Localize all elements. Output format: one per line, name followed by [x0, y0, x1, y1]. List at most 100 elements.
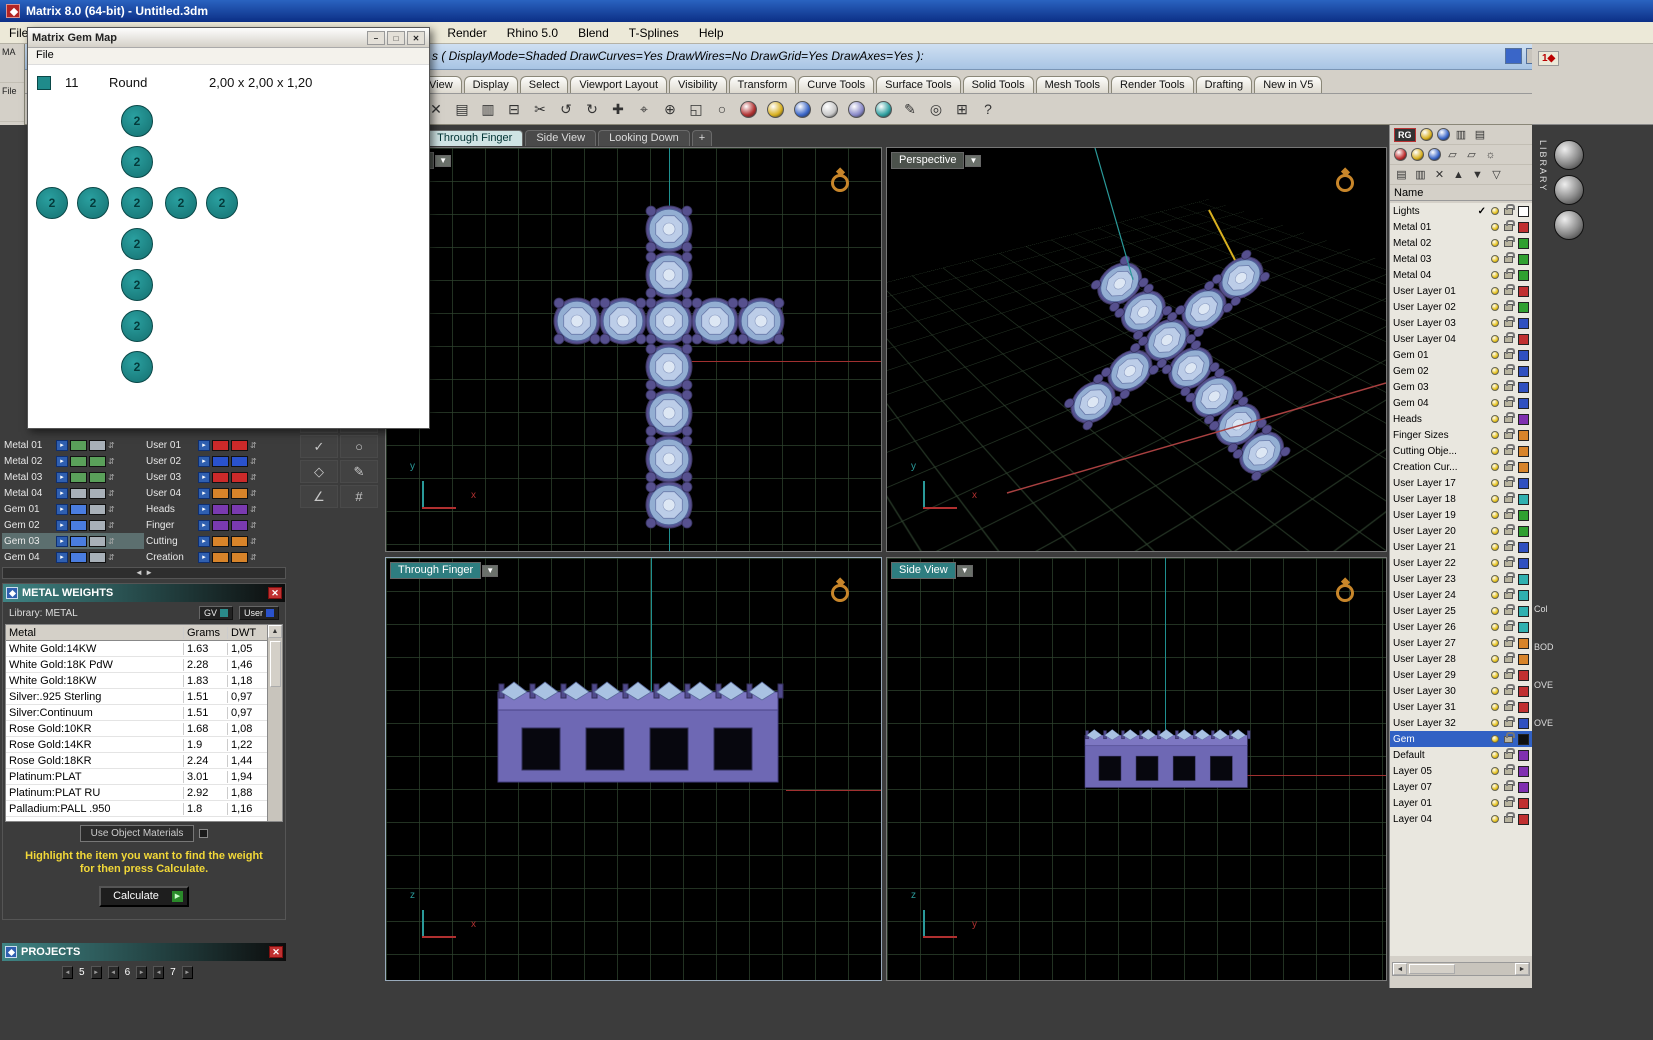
layer-lock-icon[interactable]	[1504, 443, 1515, 455]
xray-mode-icon[interactable]	[875, 100, 892, 118]
layer-cell-creation[interactable]: Creation ▸ ⇵	[144, 549, 286, 565]
layer-cell-gem-02[interactable]: Gem 02 ▸ ⇵	[2, 517, 144, 533]
metal-row-rose-gold-14kr[interactable]: Rose Gold:14KR 1.9 1,22	[6, 737, 267, 753]
layer-visibility-bulb-icon[interactable]	[1491, 431, 1499, 439]
layer-cell-cutting[interactable]: Cutting ▸ ⇵	[144, 533, 286, 549]
layer-visibility-bulb-icon[interactable]	[1491, 655, 1499, 663]
layer-color-swatch[interactable]	[70, 455, 87, 467]
layer-cell-user-03[interactable]: User 03 ▸ ⇵	[144, 469, 286, 485]
layer-expand-button[interactable]: ▸	[56, 503, 68, 515]
tab-solid-tools[interactable]: Solid Tools	[962, 76, 1034, 93]
use-object-materials-button[interactable]: Use Object Materials	[79, 824, 195, 842]
save-icon[interactable]: ⊟	[502, 97, 526, 121]
layer-visibility-bulb-icon[interactable]	[1491, 415, 1499, 423]
layer-color-swatch[interactable]	[212, 455, 229, 467]
layer-cell-user-01[interactable]: User 01 ▸ ⇵	[144, 437, 286, 453]
layer-row-metal-01[interactable]: Metal 01	[1390, 219, 1532, 235]
layer-lock-icon[interactable]	[1504, 699, 1515, 711]
layer-cell-metal-04[interactable]: Metal 04 ▸ ⇵	[2, 485, 144, 501]
gem-map-cell[interactable]: 2	[121, 228, 153, 260]
layer-cell-gem-03[interactable]: Gem 03 ▸ ⇵	[2, 533, 144, 549]
layer-color-swatch[interactable]	[1518, 669, 1529, 681]
layer-color-swatch[interactable]	[212, 487, 229, 499]
layer-visibility-bulb-icon[interactable]	[1491, 383, 1499, 391]
dock-divider[interactable]: ◄ ►	[2, 567, 286, 579]
layer-visibility-bulb-icon[interactable]	[1491, 287, 1499, 295]
gem-map-cell[interactable]: 2	[121, 105, 153, 137]
layer-row-gem-03[interactable]: Gem 03	[1390, 379, 1532, 395]
pen-icon[interactable]: ✎	[898, 97, 922, 121]
open-file-icon[interactable]: ▥	[476, 97, 500, 121]
gv-button[interactable]: GV	[198, 606, 233, 620]
gem-map-cell[interactable]: 2	[77, 187, 109, 219]
tab-render-tools[interactable]: Render Tools	[1111, 76, 1194, 93]
layer-color-swatch[interactable]	[1518, 557, 1529, 569]
layer-visibility-bulb-icon[interactable]	[1491, 495, 1499, 503]
layer-cell-metal-02[interactable]: Metal 02 ▸ ⇵	[2, 453, 144, 469]
layer-spinner-icon[interactable]: ⇵	[108, 553, 115, 562]
layer-color-swatch[interactable]	[1518, 525, 1529, 537]
layer-visibility-bulb-icon[interactable]	[1491, 447, 1499, 455]
layer-lock-icon[interactable]	[1504, 731, 1515, 743]
layer-color-swatch[interactable]	[1518, 749, 1529, 761]
layer-lock-icon[interactable]	[1504, 763, 1515, 775]
layer-cell-finger[interactable]: Finger ▸ ⇵	[144, 517, 286, 533]
panel-tab-layers[interactable]: ▥	[1454, 128, 1469, 141]
layer-visibility-bulb-icon[interactable]	[1491, 815, 1499, 823]
render-yellow-ball-icon[interactable]	[1411, 148, 1424, 161]
layer-row-user-layer-01[interactable]: User Layer 01	[1390, 283, 1532, 299]
metal-row-silver-continuum[interactable]: Silver:Continuum 1.51 0,97	[6, 705, 267, 721]
delete-layer-icon[interactable]: ✕	[1432, 168, 1447, 181]
layer-color-swatch[interactable]	[1518, 429, 1529, 441]
close-metal-weights-icon[interactable]: ✕	[268, 587, 282, 599]
metal-row-white-gold-18k-pdw[interactable]: White Gold:18K PdW 2.28 1,46	[6, 657, 267, 673]
panel-tab-properties[interactable]: ▤	[1473, 128, 1488, 141]
layer-spinner-icon[interactable]: ⇵	[108, 537, 115, 546]
menu-item-help[interactable]: Help	[689, 26, 734, 40]
tab-curve-tools[interactable]: Curve Tools	[798, 76, 875, 93]
layer-row-user-layer-18[interactable]: User Layer 18	[1390, 491, 1532, 507]
layer-color-swatch[interactable]	[1518, 413, 1529, 425]
tab-new-in-v5[interactable]: New in V5	[1254, 76, 1323, 93]
close-button[interactable]: ✕	[407, 30, 425, 45]
layer-name-column-header[interactable]: Name	[1390, 185, 1532, 201]
viewport-tab-through-finger[interactable]: Through Finger	[426, 130, 524, 146]
layer-expand-button[interactable]: ▸	[198, 439, 210, 451]
layer-lock-icon[interactable]	[1504, 715, 1515, 727]
viewport-label-side-view[interactable]: Side View ▼	[891, 562, 973, 579]
layer-row-user-layer-24[interactable]: User Layer 24	[1390, 587, 1532, 603]
gumball-icon[interactable]: ◎	[924, 97, 948, 121]
render-red-ball-icon[interactable]	[1394, 148, 1407, 161]
layer-color-swatch[interactable]	[1518, 797, 1529, 809]
metal-row-silver-925-sterling[interactable]: Silver:.925 Sterling 1.51 0,97	[6, 689, 267, 705]
filter-layers-icon[interactable]: ▽	[1489, 168, 1504, 181]
layer-lock-icon[interactable]	[1504, 395, 1515, 407]
layer-color-swatch[interactable]	[231, 551, 248, 563]
layer-visibility-bulb-icon[interactable]	[1491, 559, 1499, 567]
layer-visibility-bulb-icon[interactable]	[1491, 719, 1499, 727]
layer-row-user-layer-28[interactable]: User Layer 28	[1390, 651, 1532, 667]
layer-spinner-icon[interactable]: ⇵	[250, 505, 257, 514]
render-blue-ball-icon[interactable]	[1428, 148, 1441, 161]
layer-color-swatch[interactable]	[1518, 445, 1529, 457]
material-sphere-2[interactable]	[1554, 175, 1584, 205]
layer-row-gem[interactable]: Gem	[1390, 731, 1532, 747]
layer-visibility-bulb-icon[interactable]	[1491, 575, 1499, 583]
layer-spinner-icon[interactable]: ⇵	[250, 473, 257, 482]
tab-viewport-layout[interactable]: Viewport Layout	[570, 76, 667, 93]
use-materials-checkbox[interactable]	[199, 828, 209, 838]
tab-visibility[interactable]: Visibility	[669, 76, 727, 93]
library-tab[interactable]: LIBRARY	[1538, 140, 1548, 192]
metal-row-platinum-plat[interactable]: Platinum:PLAT 3.01 1,94	[6, 769, 267, 785]
pager-prev-icon[interactable]: ◄	[153, 965, 165, 979]
layer-lock-icon[interactable]	[1504, 331, 1515, 343]
gem-map-titlebar[interactable]: Matrix Gem Map – □ ✕	[28, 28, 429, 48]
layer-lock-icon[interactable]	[1504, 779, 1515, 791]
finger-size-icon[interactable]: 1◆	[1538, 51, 1560, 66]
layer-spinner-icon[interactable]: ⇵	[108, 489, 115, 498]
layer-expand-button[interactable]: ▸	[198, 471, 210, 483]
layer-lock-icon[interactable]	[1504, 491, 1515, 503]
calculate-button[interactable]: Calculate ▶	[99, 886, 189, 907]
layer-row-user-layer-26[interactable]: User Layer 26	[1390, 619, 1532, 635]
layer-list-hscrollbar[interactable]: ◄ ►	[1392, 962, 1530, 976]
